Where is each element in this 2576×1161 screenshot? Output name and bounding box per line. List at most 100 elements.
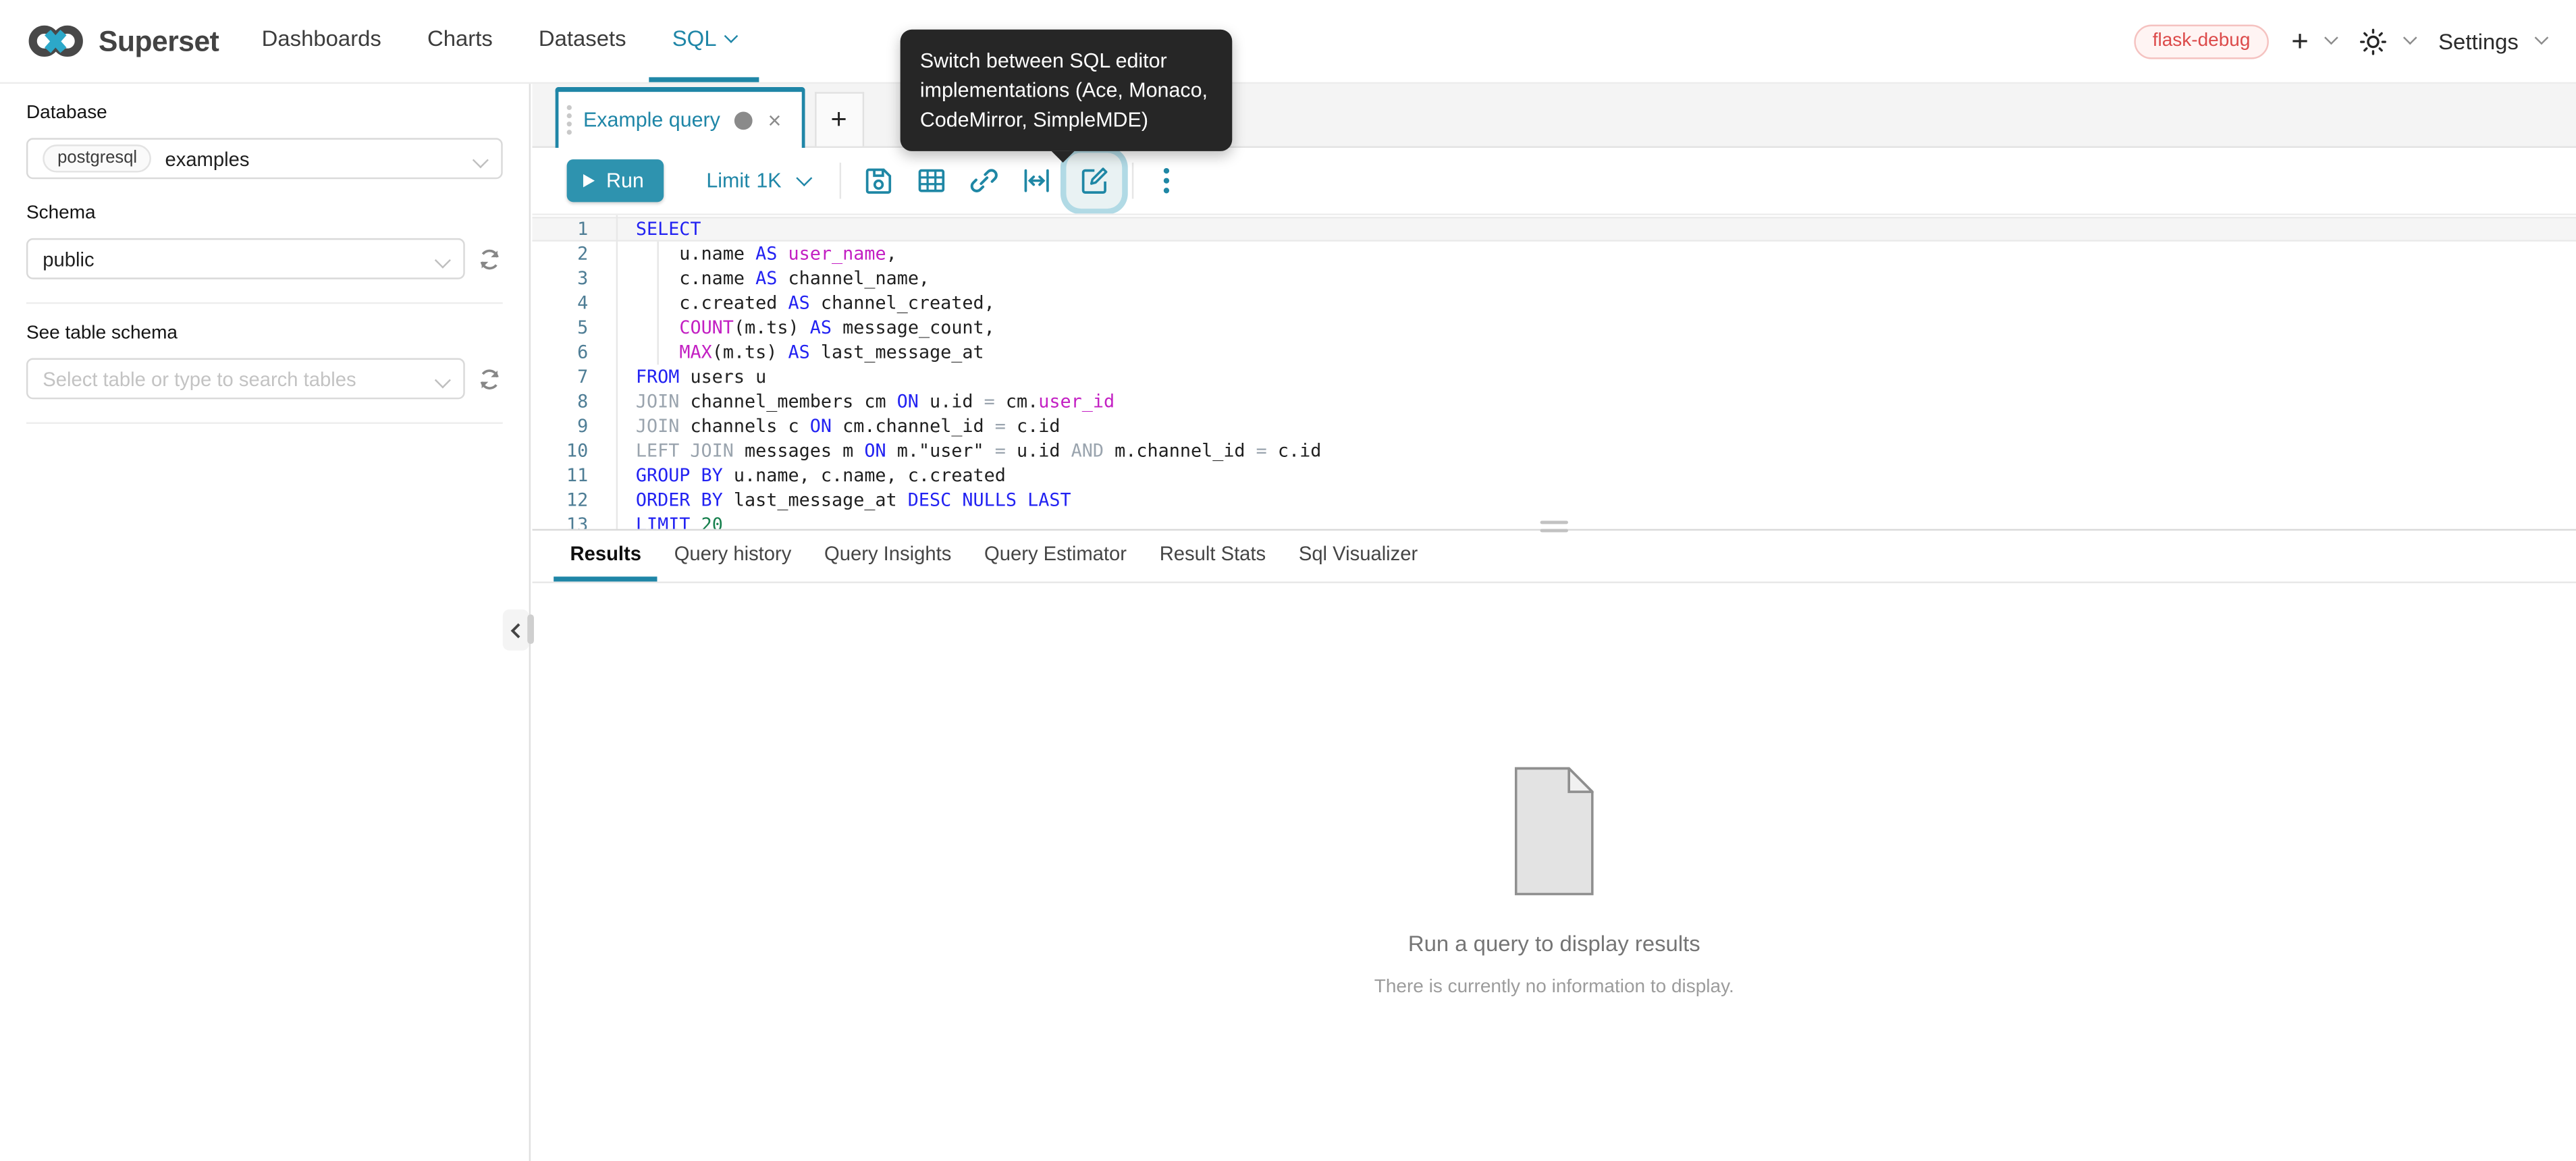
render-table-button[interactable] [908,158,954,204]
more-icon [1151,164,1181,197]
code-line[interactable]: 6 MAX(m.ts) AS last_message_at [533,340,2576,365]
nav-item-label: Datasets [539,26,626,51]
code-line[interactable]: 11GROUP BY u.name, c.name, c.created [533,463,2576,488]
main-nav: Dashboards Charts Datasets SQL [239,0,759,82]
superset-logo[interactable]: Superset [26,22,219,61]
schema-value: public [43,247,94,270]
schema-select[interactable]: public [26,238,465,279]
toolbar-divider [839,163,840,199]
results-tab-sql-visualizer[interactable]: Sql Visualizer [1283,531,1434,581]
database-engine-tag: postgresql [43,144,152,172]
code-text: JOIN channels c ON cm.channel_id = c.id [616,414,1061,439]
code-text: ORDER BY last_message_at DESC NULLS LAST [616,488,1071,513]
gutter-border [616,215,618,529]
plus-icon: + [2291,26,2309,56]
code-line[interactable]: 10LEFT JOIN messages m ON m."user" = u.i… [533,439,2576,464]
query-tab[interactable]: Example query × [556,87,805,148]
brand-name: Superset [99,24,219,58]
database-select[interactable]: postgresql examples [26,138,503,179]
code-line[interactable]: 9JOIN channels c ON cm.channel_id = c.id [533,414,2576,439]
close-tab-icon[interactable]: × [768,109,781,132]
results-tab-results[interactable]: Results [554,531,658,581]
toolbar-divider [1131,163,1133,199]
table-select-placeholder: Select table or type to search tables [43,367,356,390]
line-number: 8 [533,389,616,414]
nav-item-datasets[interactable]: Datasets [516,0,649,82]
chevron-down-icon [724,28,739,43]
limit-dropdown[interactable]: Limit 1K [706,169,809,192]
table-select[interactable]: Select table or type to search tables [26,358,465,400]
code-text: SELECT [616,217,701,242]
code-line[interactable]: 4 c.created AS channel_created, [533,291,2576,316]
line-number: 10 [533,439,616,464]
code-line[interactable]: 2 u.name AS user_name, [533,242,2576,267]
sidebar-divider [26,422,503,423]
refresh-schemas-icon[interactable] [477,246,503,272]
chevron-down-icon [427,367,449,390]
code-text: GROUP BY u.name, c.name, c.created [616,463,1006,488]
environment-badge: flask-debug [2135,24,2268,58]
editor-tabstrip: Example query × + [533,82,2576,148]
results-tab-query-estimator[interactable]: Query Estimator [968,531,1144,581]
code-text: c.name AS channel_name, [616,266,930,291]
drag-handle-icon[interactable] [567,105,572,135]
theme-menu[interactable] [2359,27,2415,55]
results-tab-result-stats[interactable]: Result Stats [1143,531,1282,581]
line-number: 2 [533,242,616,267]
link-icon [967,164,1000,197]
code-line[interactable]: 5 COUNT(m.ts) AS message_count, [533,315,2576,340]
empty-state-subtitle: There is currently no information to dis… [533,977,2576,997]
save-query-button[interactable] [855,158,901,204]
limit-value: 1K [756,169,781,192]
results-tabstrip: ResultsQuery historyQuery InsightsQuery … [533,531,2576,583]
unsaved-indicator-dot [735,111,753,129]
new-item-menu[interactable]: + [2291,26,2336,56]
line-number: 4 [533,291,616,316]
nav-item-sql[interactable]: SQL [649,0,759,82]
code-line[interactable]: 8JOIN channel_members cm ON u.id = cm.us… [533,389,2576,414]
chevron-down-icon [465,147,487,170]
code-line[interactable]: 12ORDER BY last_message_at DESC NULLS LA… [533,488,2576,513]
chevron-down-icon [2403,31,2417,45]
code-line[interactable]: 1SELECT [533,217,2576,242]
refresh-tables-icon[interactable] [477,365,503,392]
code-line[interactable]: 3 c.name AS channel_name, [533,266,2576,291]
limit-label: Limit [706,169,749,192]
run-button[interactable]: Run [567,159,664,202]
nav-item-label: Charts [427,26,493,51]
nav-item-label: Dashboards [262,26,381,51]
nav-item-charts[interactable]: Charts [404,0,516,82]
code-text: COUNT(m.ts) AS message_count, [616,315,995,340]
panel-resize-handle[interactable] [1540,520,1568,532]
nav-item-label: SQL [672,26,717,51]
editor-implementation-icon [1077,164,1110,197]
copy-link-button[interactable] [961,158,1007,204]
schema-label: Schema [26,204,503,225]
table-icon [915,164,948,197]
results-tab-query-history[interactable]: Query history [658,531,807,581]
code-text: LEFT JOIN messages m ON m."user" = u.id … [616,439,1322,464]
chevron-down-icon [427,247,449,270]
empty-document-icon [1515,767,1594,896]
sql-editor[interactable]: 1SELECT2 u.name AS user_name,3 c.name AS… [533,213,2576,531]
sql-lab-page: Superset Dashboards Charts Datasets SQL fla… [0,0,2576,1161]
add-tab-button[interactable]: + [814,92,863,146]
code-text: FROM users u [616,364,767,389]
results-tab-query-insights[interactable]: Query Insights [808,531,968,581]
empty-state-title: Run a query to display results [533,932,2576,956]
database-value: examples [165,147,249,170]
line-number: 13 [533,512,616,531]
more-menu-button[interactable] [1143,158,1189,204]
line-number: 1 [533,217,616,242]
code-line[interactable]: 7FROM users u [533,364,2576,389]
save-icon [862,164,895,197]
indent-guide [657,242,658,365]
navbar-right: flask-debug + Settings [2135,24,2576,58]
sidebar-collapse-button[interactable] [503,610,529,651]
database-label: Database [26,103,503,125]
code-text: MAX(m.ts) AS last_message_at [616,340,984,365]
nav-item-dashboards[interactable]: Dashboards [239,0,404,82]
settings-menu[interactable]: Settings [2438,29,2546,54]
sidebar-divider [26,302,503,304]
sidebar-resize-grip[interactable] [527,614,534,644]
